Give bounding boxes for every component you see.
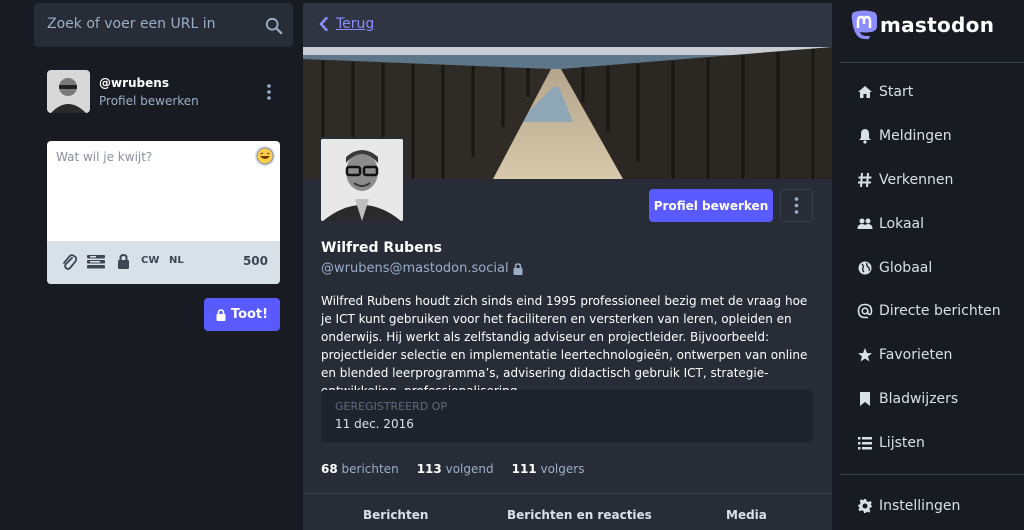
edit-profile-link[interactable]: Profiel bewerken xyxy=(99,94,199,108)
emoji-picker-icon[interactable] xyxy=(255,146,275,166)
profile-menu-button[interactable] xyxy=(780,189,813,222)
nav-lists[interactable]: Lijsten xyxy=(857,435,925,451)
divider xyxy=(840,62,1024,63)
language-button[interactable]: NL xyxy=(169,255,184,266)
profile-handle: @wrubens@mastodon.social xyxy=(321,261,523,276)
nav-settings[interactable]: Instellingen xyxy=(857,498,960,514)
lock-icon xyxy=(216,308,226,321)
mastodon-logo[interactable]: mastodon xyxy=(850,10,994,40)
list-icon xyxy=(858,437,872,450)
bookmark-icon xyxy=(860,392,870,406)
divider xyxy=(840,474,1024,475)
lock-icon[interactable] xyxy=(117,254,130,269)
nav-settings-label: Instellingen xyxy=(879,498,961,514)
nav-notifications[interactable]: Meldingen xyxy=(857,128,952,144)
nav-explore-label: Verkennen xyxy=(879,172,954,188)
hashtag-icon xyxy=(858,172,872,188)
profile-tabs: Berichten Berichten en reacties Media xyxy=(303,493,832,530)
nav-favourites-label: Favorieten xyxy=(879,347,953,363)
poll-icon[interactable] xyxy=(87,255,105,269)
lock-icon xyxy=(513,262,523,275)
search-box[interactable]: Zoek of voer een URL in xyxy=(34,3,293,47)
more-icon xyxy=(794,197,799,214)
search-icon[interactable] xyxy=(265,17,283,35)
column-header: Terug xyxy=(303,3,832,47)
nav-bookmarks[interactable]: Bladwijzers xyxy=(857,391,958,407)
nav-bookmarks-label: Bladwijzers xyxy=(879,391,959,407)
paperclip-icon[interactable] xyxy=(61,253,77,271)
back-button[interactable]: Terug xyxy=(319,16,374,32)
star-icon xyxy=(858,348,872,362)
at-icon xyxy=(857,303,873,319)
nav-local[interactable]: Lokaal xyxy=(857,216,924,232)
profile-bio: Wilfred Rubens houdt zich sinds eind 199… xyxy=(321,294,808,398)
search-input[interactable]: Zoek of voer een URL in xyxy=(47,16,215,32)
followers-count[interactable]: 111 volgers xyxy=(512,462,585,476)
compose-textarea[interactable]: Wat wil je kwijt? xyxy=(56,150,152,164)
field-value: 11 dec. 2016 xyxy=(335,417,414,431)
edit-profile-button[interactable]: Profiel bewerken xyxy=(649,189,773,222)
profile-counts: 68 berichten 113 volgend 111 volgers xyxy=(321,462,584,476)
nav-lists-label: Lijsten xyxy=(879,435,925,451)
nav-direct-messages-label: Directe berichten xyxy=(879,303,1001,319)
tab-media[interactable]: Media xyxy=(726,508,767,522)
account-handle[interactable]: @wrubens xyxy=(99,76,169,90)
chevron-left-icon xyxy=(319,17,328,31)
posts-count[interactable]: 68 berichten xyxy=(321,462,399,476)
toot-label: Toot! xyxy=(230,307,269,322)
gear-icon xyxy=(858,499,872,513)
more-icon[interactable] xyxy=(265,82,273,102)
tab-posts[interactable]: Berichten xyxy=(363,508,428,522)
profile-column: Terug Profiel bewerken Wilfred Rubens @w… xyxy=(303,3,832,530)
nav-direct-messages[interactable]: Directe berichten xyxy=(857,303,1001,319)
tab-posts-and-replies[interactable]: Berichten en reacties xyxy=(507,508,652,522)
profile-fields: GEREGISTREERD OP 11 dec. 2016 xyxy=(321,390,813,442)
field-label: GEREGISTREERD OP xyxy=(335,400,447,413)
bell-icon xyxy=(859,129,871,144)
logo-text: mastodon xyxy=(880,13,995,37)
mastodon-logo-icon xyxy=(851,10,877,40)
nav-notifications-label: Meldingen xyxy=(879,128,952,144)
nav-favourites[interactable]: Favorieten xyxy=(857,347,952,363)
nav-local-label: Lokaal xyxy=(879,216,925,232)
compose-toolbar: CW NL 500 xyxy=(47,241,280,284)
globe-icon xyxy=(858,261,872,275)
users-icon xyxy=(857,218,873,229)
following-count[interactable]: 113 volgend xyxy=(417,462,494,476)
home-icon xyxy=(858,86,872,98)
display-name: Wilfred Rubens xyxy=(321,240,442,256)
toot-button[interactable]: Toot! xyxy=(204,298,280,331)
avatar[interactable] xyxy=(47,70,90,113)
account-panel: @wrubens Profiel bewerken xyxy=(47,70,287,114)
nav-global-label: Globaal xyxy=(879,260,933,276)
character-counter: 500 xyxy=(242,254,268,268)
nav-start[interactable]: Start xyxy=(857,84,913,100)
handle-text: @wrubens@mastodon.social xyxy=(321,261,509,276)
nav-start-label: Start xyxy=(879,84,914,100)
profile-avatar[interactable] xyxy=(319,137,405,223)
back-label: Terug xyxy=(336,16,375,32)
nav-explore[interactable]: Verkennen xyxy=(857,172,953,188)
compose-form: Wat wil je kwijt? CW NL 500 xyxy=(47,141,280,284)
cw-button[interactable]: CW xyxy=(141,255,159,266)
nav-global[interactable]: Globaal xyxy=(857,260,932,276)
